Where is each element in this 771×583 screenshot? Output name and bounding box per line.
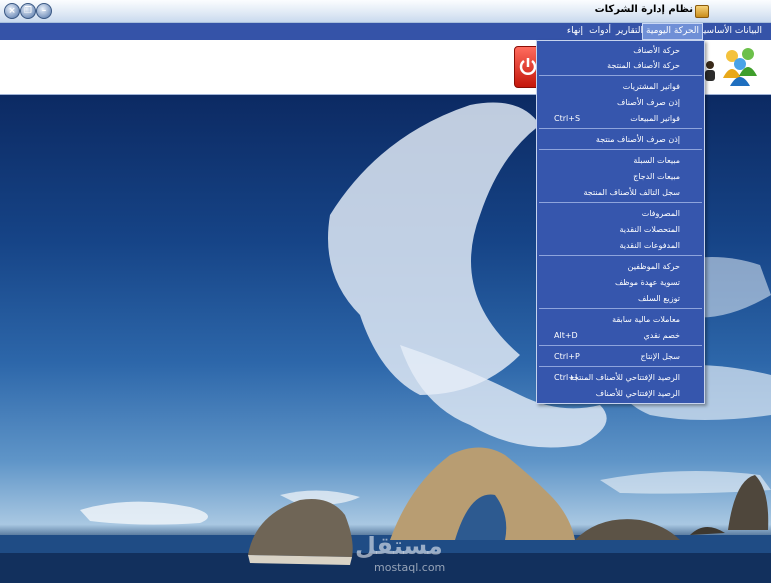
menu-exit[interactable]: إنهاء — [564, 23, 586, 40]
menu-item-sales-invoices[interactable]: فواتير المبيعات Ctrl+S — [537, 111, 704, 126]
menu-item-sabla-sales[interactable]: مبيعات السبلة — [537, 153, 704, 168]
menu-basic-data[interactable]: البيانات الأساسية — [696, 23, 765, 40]
menu-item-opening-balance-items[interactable]: الرصيد الإفتتاحي للأصناف — [537, 386, 704, 401]
menu-item-employee-custody-settlement[interactable]: تسوية عهدة موظف — [537, 275, 704, 290]
menu-separator — [539, 128, 702, 129]
menu-bar: البيانات الأساسية الحركة اليومية التقاري… — [0, 23, 771, 40]
menu-daily-movement[interactable]: الحركة اليومية — [642, 23, 703, 40]
menu-separator — [539, 345, 702, 346]
restore-button[interactable]: ❐ — [20, 3, 36, 19]
watermark-logo: مستقل — [355, 532, 443, 560]
title-bar: × ❐ – نظام إدارة الشركات — [0, 0, 771, 23]
menu-separator — [539, 308, 702, 309]
menu-tools[interactable]: أدوات — [586, 23, 614, 40]
menu-item-opening-balance-produced[interactable]: الرصيد الإفتتاحي للأصناف المنتجة Ctrl+I — [537, 370, 704, 385]
menu-item-chicken-sales[interactable]: مبيعات الدجاج — [537, 169, 704, 184]
menu-item-damaged-log[interactable]: سجل التالف للأصناف المنتجة — [537, 185, 704, 200]
window-title: نظام إدارة الشركات — [594, 4, 693, 15]
menu-item-purchase-invoices[interactable]: فواتير المشتريات — [537, 79, 704, 94]
menu-item-production-log[interactable]: سجل الإنتاج Ctrl+P — [537, 349, 704, 364]
users-icon[interactable] — [720, 44, 760, 86]
menu-item-cash-payments[interactable]: المدفوعات النقدية — [537, 238, 704, 253]
menu-item-items-movement[interactable]: حركة الأصناف — [537, 43, 704, 58]
menu-separator — [539, 75, 702, 76]
power-icon — [519, 58, 537, 75]
menu-item-employees-movement[interactable]: حركة الموظفين — [537, 259, 704, 274]
menu-item-advances-distribution[interactable]: توزيع السلف — [537, 291, 704, 306]
daily-movement-dropdown: حركة الأصناف حركة الأصناف المنتجة فواتير… — [536, 40, 705, 404]
app-icon — [695, 5, 709, 18]
menu-separator — [539, 366, 702, 367]
menu-item-produced-issue-permit[interactable]: إذن صرف الأصناف منتجة — [537, 132, 704, 147]
menu-item-cash-discount[interactable]: خصم نقدي Alt+D — [537, 328, 704, 343]
menu-reports[interactable]: التقارير — [613, 23, 646, 40]
menu-separator — [539, 202, 702, 203]
menu-item-expenses[interactable]: المصروفات — [537, 206, 704, 221]
person-icon[interactable] — [703, 60, 717, 82]
menu-item-items-issue-permit[interactable]: إذن صرف الأصناف — [537, 95, 704, 110]
close-button[interactable]: × — [4, 3, 20, 19]
menu-item-produced-items-movement[interactable]: حركة الأصناف المنتجة — [537, 58, 704, 73]
menu-item-cash-receipts[interactable]: المتحصلات النقدية — [537, 222, 704, 237]
menu-item-previous-transactions[interactable]: معاملات مالية سابقة — [537, 312, 704, 327]
menu-separator — [539, 255, 702, 256]
minimize-button[interactable]: – — [36, 3, 52, 19]
menu-separator — [539, 149, 702, 150]
watermark-url: mostaql.com — [374, 561, 446, 574]
